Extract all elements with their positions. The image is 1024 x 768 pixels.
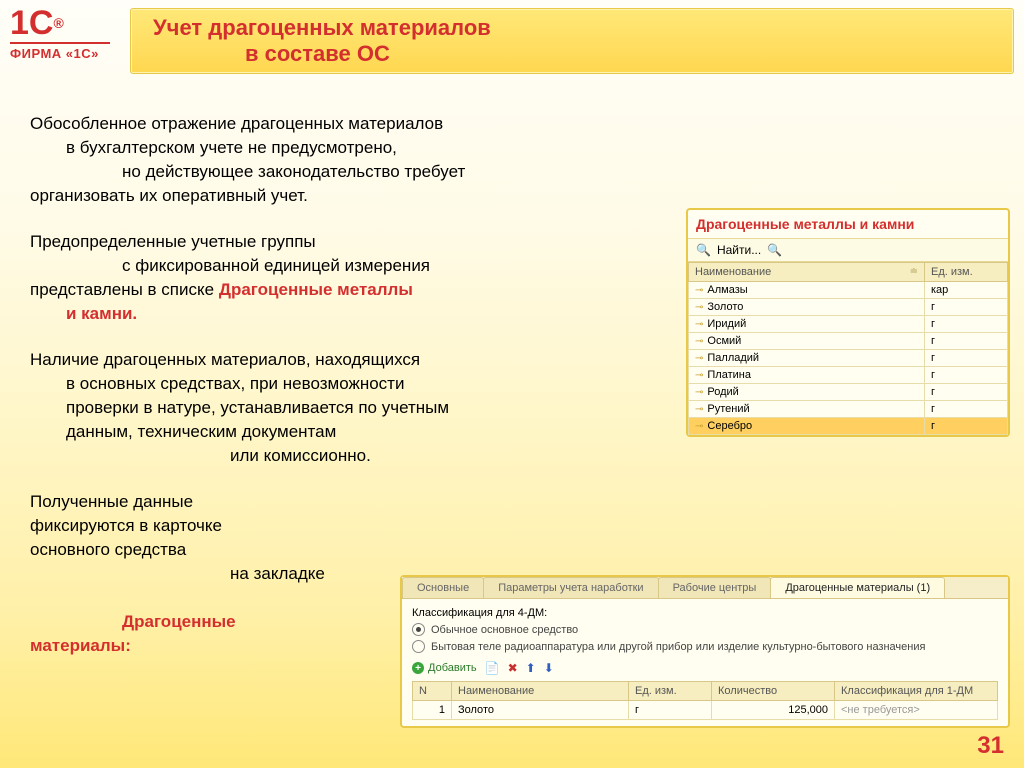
radio-household[interactable]: Бытовая теле радиоаппаратура или другой …: [412, 640, 998, 653]
col-name[interactable]: Наименование: [452, 682, 629, 701]
card-tabs: Основные Параметры учета наработки Рабоч…: [402, 577, 1008, 599]
classification-label: Классификация для 4-ДМ:: [412, 607, 998, 619]
table-row[interactable]: ⊸Алмазыкар: [689, 282, 1008, 299]
search-icon[interactable]: 🔍: [696, 243, 711, 257]
add-button[interactable]: +Добавить: [412, 662, 477, 674]
radio-ordinary[interactable]: Обычное основное средство: [412, 623, 998, 636]
logo-subtitle: ФИРМА «1С»: [10, 42, 110, 61]
title-bar: Учет драгоценных материалов в составе ОС: [130, 8, 1014, 74]
radio-icon: [412, 623, 425, 636]
delete-icon[interactable]: ✖: [508, 661, 518, 675]
slide: 1C® ФИРМА «1С» Учет драгоценных материал…: [0, 0, 1024, 768]
row-icon: ⊸: [695, 387, 703, 398]
row-icon: ⊸: [695, 421, 703, 432]
tab-centers[interactable]: Рабочие центры: [658, 577, 772, 598]
table-row[interactable]: ⊸Иридийг: [689, 316, 1008, 333]
panel-metals: Драгоценные металлы и камни 🔍 Найти... 🔍…: [686, 208, 1010, 437]
row-icon: ⊸: [695, 370, 703, 381]
table-row[interactable]: ⊸Палладийг: [689, 350, 1008, 367]
row-icon: ⊸: [695, 319, 703, 330]
page-number: 31: [977, 732, 1004, 760]
col-name[interactable]: Наименование≐: [689, 263, 925, 282]
table-row[interactable]: ⊸Платинаг: [689, 367, 1008, 384]
down-icon[interactable]: ⬇: [544, 661, 554, 675]
col-n[interactable]: N: [413, 682, 452, 701]
card-toolbar: +Добавить 📄 ✖ ⬆ ⬇: [412, 657, 998, 681]
table-row[interactable]: ⊸Осмийг: [689, 333, 1008, 350]
table-row[interactable]: ⊸Золотог: [689, 299, 1008, 316]
para-3: Наличие драгоценных материалов, находящи…: [30, 348, 650, 468]
tab-main[interactable]: Основные: [402, 577, 484, 598]
tab-params[interactable]: Параметры учета наработки: [483, 577, 658, 598]
col-unit[interactable]: Ед. изм.: [629, 682, 712, 701]
row-icon: ⊸: [695, 404, 703, 415]
row-icon: ⊸: [695, 336, 703, 347]
card-table: N Наименование Ед. изм. Количество Класс…: [412, 681, 998, 720]
card-body: Классификация для 4-ДМ: Обычное основное…: [402, 599, 1008, 726]
col-class[interactable]: Классификация для 1-ДМ: [835, 682, 998, 701]
col-qty[interactable]: Количество: [712, 682, 835, 701]
panel-metals-toolbar: 🔍 Найти... 🔍: [688, 239, 1008, 262]
row-icon: ⊸: [695, 353, 703, 364]
panel-card: Основные Параметры учета наработки Рабоч…: [400, 575, 1010, 728]
table-row[interactable]: ⊸Сереброг: [689, 418, 1008, 435]
up-icon[interactable]: ⬆: [526, 661, 536, 675]
radio-icon: [412, 640, 425, 653]
panel-metals-title: Драгоценные металлы и камни: [688, 210, 1008, 239]
row-icon: ⊸: [695, 285, 703, 296]
find-button[interactable]: Найти...: [717, 243, 761, 257]
plus-icon: +: [412, 662, 424, 674]
slide-title: Учет драгоценных материалов в составе ОС: [131, 9, 1013, 67]
tab-precious[interactable]: Драгоценные материалы (1): [770, 577, 945, 598]
col-unit[interactable]: Ед. изм.: [925, 263, 1008, 282]
logo: 1C® ФИРМА «1С»: [10, 6, 110, 76]
row-icon: ⊸: [695, 302, 703, 313]
sort-icon[interactable]: ≐: [910, 266, 918, 277]
para-1: Обособленное отражение драгоценных матер…: [30, 112, 650, 208]
logo-mark: 1C®: [10, 6, 110, 40]
table-row[interactable]: ⊸Рутенийг: [689, 401, 1008, 418]
metals-table: Наименование≐ Ед. изм. ⊸Алмазыкар ⊸Золот…: [688, 262, 1008, 435]
copy-icon[interactable]: 📄: [485, 661, 500, 675]
para-2: Предопределенные учетные группы с фиксир…: [30, 230, 650, 326]
table-row[interactable]: ⊸Родийг: [689, 384, 1008, 401]
table-row[interactable]: 1 Золото г 125,000 <не требуется>: [413, 701, 998, 720]
clear-search-icon[interactable]: 🔍: [767, 243, 782, 257]
